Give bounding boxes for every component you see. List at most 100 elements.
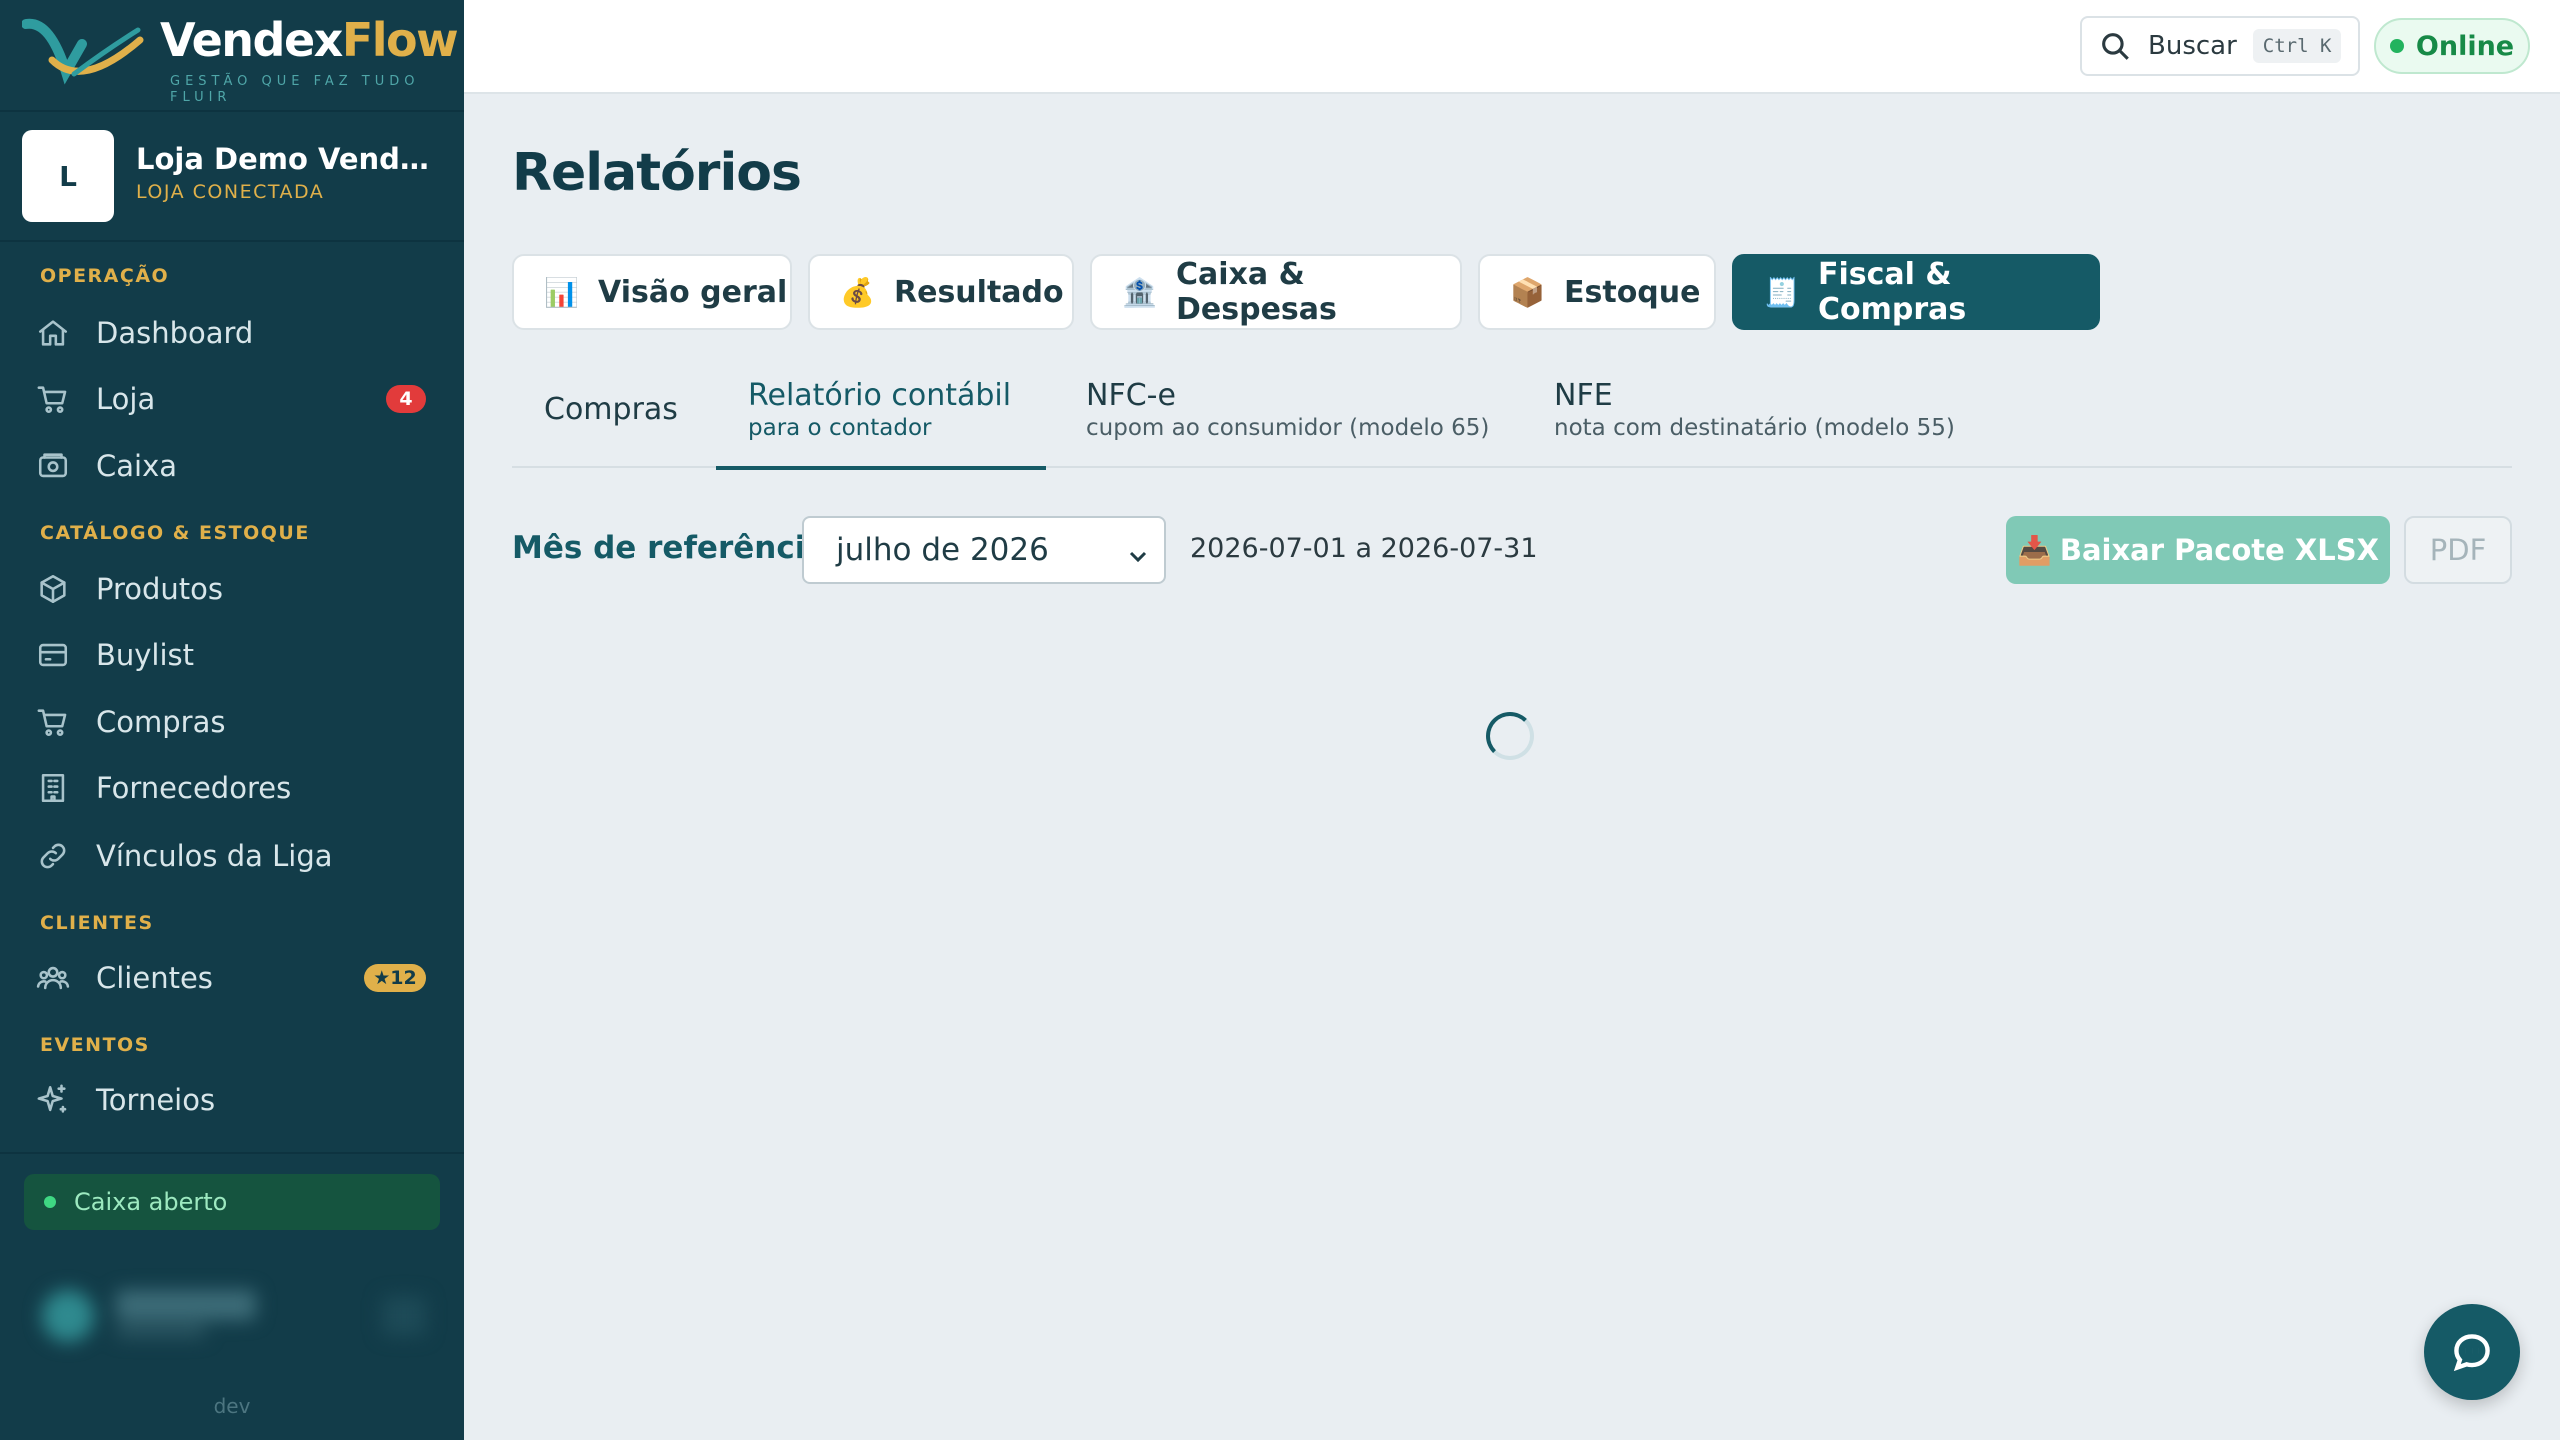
cash-status-pill[interactable]: Caixa aberto (24, 1174, 440, 1230)
inbox-tray-icon: 📥 (2016, 533, 2052, 567)
subtab-label: Relatório contábil (748, 378, 1012, 413)
subtab-label: NFE (1554, 378, 1613, 413)
page-title: Relatórios (512, 143, 802, 203)
tab-resultado[interactable]: 💰 Resultado (808, 254, 1074, 330)
tab-fiscal-compras[interactable]: 🧾 Fiscal & Compras (1732, 254, 2100, 330)
brand[interactable]: VendexFlow GESTÃO QUE FAZ TUDO FLUIR (0, 0, 464, 110)
divider (0, 1152, 464, 1154)
sidebar-item-label: Buylist (96, 638, 195, 672)
user-name-redacted (116, 1290, 256, 1320)
chevron-down-icon (1126, 540, 1150, 564)
chart-icon: 📊 (544, 275, 579, 309)
date-range: 2026-07-01 a 2026-07-31 (1190, 533, 1538, 564)
brand-tagline: GESTÃO QUE FAZ TUDO FLUIR (170, 74, 420, 105)
chat-button[interactable] (2424, 1304, 2520, 1400)
money-bag-icon: 💰 (840, 275, 875, 309)
topbar: Buscar Ctrl K Online (464, 0, 2560, 94)
nav-section-clientes: CLIENTES (40, 912, 154, 934)
sidebar-item-torneios[interactable]: Torneios (20, 1071, 444, 1129)
tab-visao-geral[interactable]: 📊 Visão geral (512, 254, 792, 330)
logout-button[interactable] (382, 1296, 426, 1336)
cash-status-label: Caixa aberto (74, 1188, 228, 1216)
store-switcher[interactable]: L Loja Demo VendexFlow LOJA CONECTADA (22, 130, 446, 222)
link-icon (20, 827, 96, 885)
sidebar-item-vinculos-da-liga[interactable]: Vínculos da Liga (20, 827, 444, 885)
sidebar-item-label: Caixa (96, 449, 178, 483)
month-select-value: julho de 2026 (836, 532, 1049, 568)
vendexflow-logo-icon (22, 18, 144, 85)
sidebar-item-buylist[interactable]: Buylist (20, 626, 444, 684)
download-xlsx-button[interactable]: 📥 Baixar Pacote XLSX (2006, 516, 2390, 584)
receipt-icon: 🧾 (1764, 275, 1799, 309)
box-icon (20, 560, 96, 618)
sidebar-item-label: Clientes (96, 961, 213, 995)
sidebar-item-produtos[interactable]: Produtos (20, 560, 444, 618)
user-role-redacted (116, 1324, 206, 1338)
search-icon (2102, 33, 2129, 60)
chat-bubble-icon (2453, 1334, 2490, 1372)
avatar (42, 1290, 94, 1342)
tab-label: Fiscal & Compras (1818, 257, 1967, 327)
sidebar-item-loja[interactable]: Loja 4 (20, 370, 444, 428)
loading-spinner-icon (1486, 712, 1534, 760)
sidebar-item-label: Dashboard (96, 316, 254, 350)
subtab-sublabel: nota com destinatário (modelo 55) (1554, 415, 1955, 441)
subtab-label: Compras (544, 392, 678, 427)
users-icon (20, 949, 96, 1007)
connection-status-badge: Online (2374, 18, 2530, 74)
tab-caixa-despesas[interactable]: 🏦 Caixa & Despesas (1090, 254, 1462, 330)
notification-badge: 4 (386, 385, 426, 413)
sidebar-item-label: Vínculos da Liga (96, 839, 333, 873)
subtab-nfc-e[interactable]: NFC-e cupom ao consumidor (modelo 65) (1074, 362, 1504, 468)
environment-label: dev (213, 1394, 251, 1418)
sidebar-item-dashboard[interactable]: Dashboard (20, 304, 444, 362)
cart-icon (20, 693, 96, 751)
tab-estoque[interactable]: 📦 Estoque (1478, 254, 1716, 330)
nav-section-operacao: OPERAÇÃO (40, 265, 170, 287)
subtab-compras[interactable]: Compras (512, 362, 716, 468)
tab-label: Resultado (894, 274, 1064, 310)
sidebar-item-label: Loja (96, 382, 156, 416)
tab-label: Visão geral (598, 274, 788, 310)
subtab-sublabel: cupom ao consumidor (modelo 65) (1086, 415, 1490, 441)
subtab-sublabel: para o contador (748, 415, 932, 441)
sidebar-item-label: Compras (96, 705, 226, 739)
brand-name: VendexFlow (160, 13, 459, 67)
cart-icon (20, 370, 96, 428)
status-dot-icon (44, 1196, 56, 1208)
store-avatar: L (22, 130, 114, 222)
subtab-nfe[interactable]: NFE nota com destinatário (modelo 55) (1542, 362, 1982, 468)
sparkle-icon (20, 1071, 96, 1129)
sidebar-item-clientes[interactable]: Clientes ★12 (20, 949, 444, 1007)
home-icon (20, 304, 96, 362)
store-status: LOJA CONECTADA (136, 181, 325, 203)
connection-status-label: Online (2415, 30, 2515, 62)
store-name: Loja Demo VendexFlow (136, 142, 446, 176)
keyboard-shortcut: Ctrl K (2252, 29, 2342, 63)
user-profile-blurred[interactable] (22, 1260, 442, 1360)
cash-register-icon (20, 437, 96, 495)
sidebar-item-fornecedores[interactable]: Fornecedores (20, 759, 444, 817)
divider (0, 110, 464, 112)
month-select[interactable]: julho de 2026 (802, 516, 1166, 584)
building-icon (20, 759, 96, 817)
loyalty-badge: ★12 (364, 964, 426, 992)
nav-section-catalogo: CATÁLOGO & ESTOQUE (40, 522, 310, 544)
tab-label: Caixa & Despesas (1176, 257, 1337, 327)
sidebar-item-label: Torneios (96, 1083, 216, 1117)
sidebar-item-caixa[interactable]: Caixa (20, 437, 444, 495)
nav-section-eventos: EVENTOS (40, 1034, 150, 1056)
reference-month-label: Mês de referência: (512, 530, 839, 566)
subtabs: Compras Relatório contábil para o contad… (512, 362, 2512, 470)
tab-label: Estoque (1564, 274, 1701, 310)
subtab-label: NFC-e (1086, 378, 1176, 413)
subtab-relatorio-contabil[interactable]: Relatório contábil para o contador (716, 362, 1046, 470)
package-icon: 📦 (1510, 275, 1545, 309)
sidebar-item-compras[interactable]: Compras (20, 693, 444, 751)
download-xlsx-label: Baixar Pacote XLSX (2059, 533, 2380, 567)
sidebar: VendexFlow GESTÃO QUE FAZ TUDO FLUIR L L… (0, 0, 464, 1440)
search-button[interactable]: Buscar Ctrl K (2080, 16, 2360, 76)
pdf-button[interactable]: PDF (2404, 516, 2512, 584)
divider (0, 240, 464, 242)
bank-icon: 🏦 (1122, 275, 1157, 309)
